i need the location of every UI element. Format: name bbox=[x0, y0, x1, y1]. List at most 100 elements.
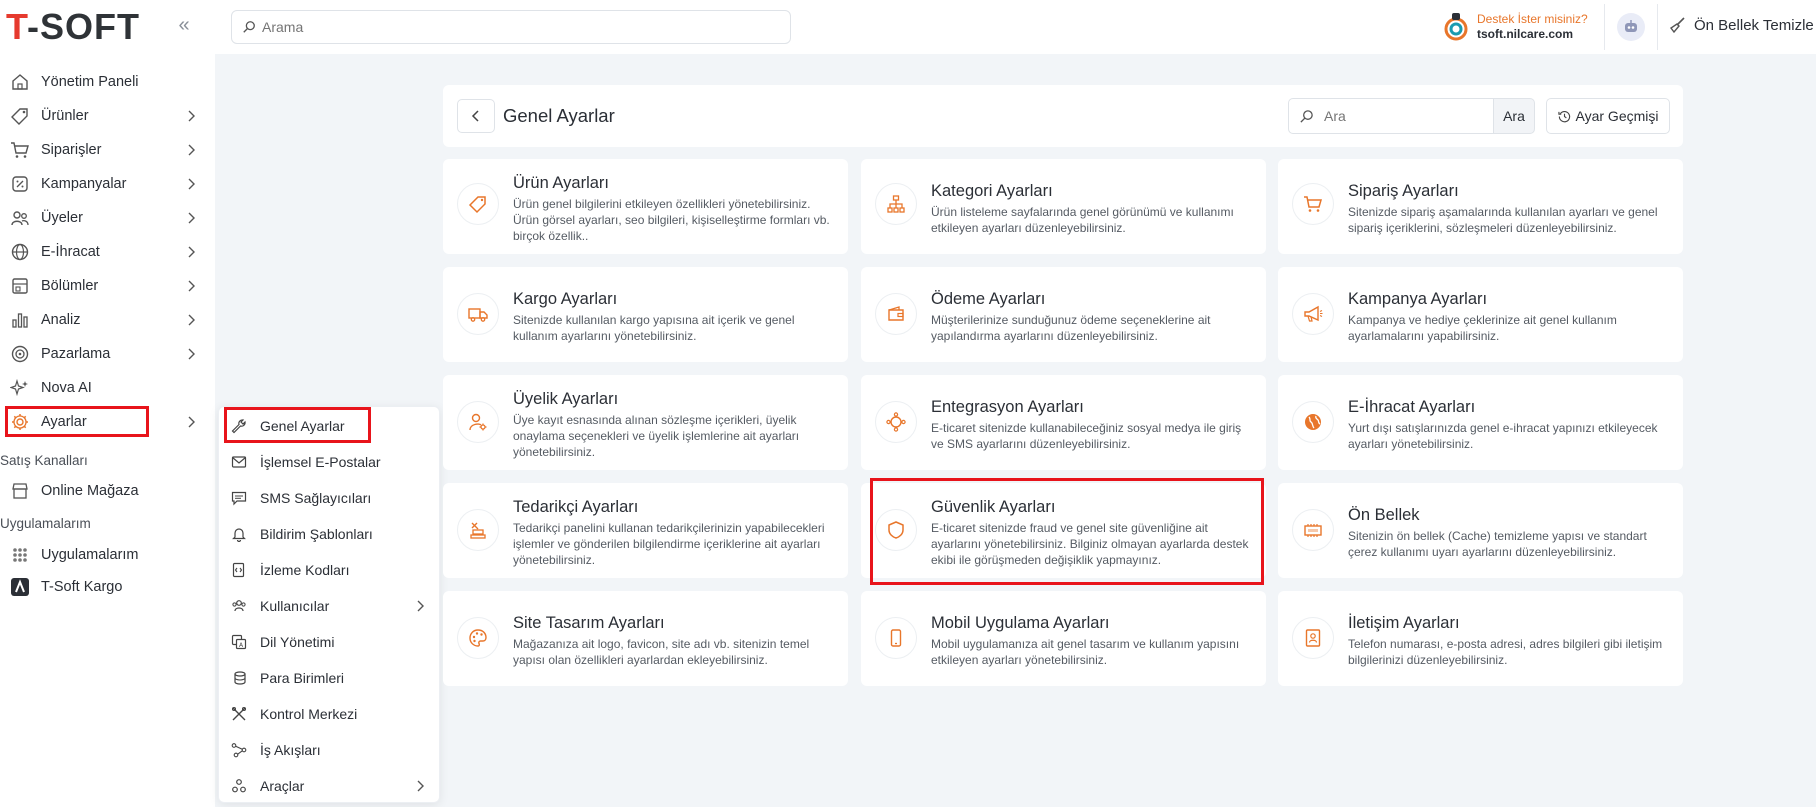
submenu-item-transactional-emails[interactable]: İşlemsel E-Postalar bbox=[219, 447, 439, 477]
sidebar-item-members[interactable]: Üyeler bbox=[0, 203, 215, 233]
card-description: E-ticaret sitenizde kullanabileceğiniz s… bbox=[931, 421, 1242, 451]
palette-icon bbox=[469, 629, 487, 647]
submenu-item-sms-providers[interactable]: SMS Sağlayıcıları bbox=[219, 483, 439, 513]
submenu-item-label: SMS Sağlayıcıları bbox=[260, 490, 372, 506]
chart-icon bbox=[12, 313, 28, 328]
card-icon-wrap bbox=[1292, 183, 1334, 225]
sidebar-item-campaigns[interactable]: Kampanyalar bbox=[0, 169, 215, 199]
submenu-item-language-management[interactable]: A Dil Yönetimi bbox=[219, 627, 439, 657]
settings-card-shipping[interactable]: Kargo Ayarları Sitenizde kullanılan karg… bbox=[443, 267, 848, 362]
mobile-icon bbox=[890, 629, 902, 647]
settings-card-order[interactable]: Sipariş Ayarları Sitenizde sipariş aşama… bbox=[1278, 159, 1683, 254]
card-title: Ödeme Ayarları bbox=[931, 290, 1046, 308]
sidebar-item-tsoft-kargo[interactable]: T-Soft Kargo bbox=[0, 572, 215, 602]
submenu-item-general-settings[interactable]: Genel Ayarlar bbox=[219, 411, 439, 441]
card-description: Müşterilerinize sunduğunuz ödeme seçenek… bbox=[931, 313, 1211, 343]
user-gear-icon bbox=[469, 413, 487, 431]
sidebar-item-export[interactable]: E-İhracat bbox=[0, 237, 215, 267]
collapse-sidebar-button[interactable]: « bbox=[172, 14, 196, 38]
globe-icon bbox=[1305, 414, 1321, 430]
sidebar-item-label: Online Mağaza bbox=[41, 483, 139, 499]
settings-card-supplier[interactable]: Tedarikçi Ayarları Tedarikçi panelini ku… bbox=[443, 483, 848, 578]
divider bbox=[1657, 4, 1658, 50]
card-description: Telefon numarası, e-posta adresi, adres … bbox=[1348, 637, 1663, 667]
card-description: Ürün genel bilgilerini etkileyen özellik… bbox=[513, 197, 830, 243]
support-title: Destek İster misiniz? bbox=[1477, 12, 1588, 26]
search-button[interactable]: Ara bbox=[1493, 98, 1535, 134]
tag-icon bbox=[468, 196, 486, 214]
divider bbox=[1604, 4, 1605, 50]
card-icon-wrap bbox=[875, 617, 917, 659]
back-button[interactable] bbox=[457, 99, 495, 133]
settings-card-payment[interactable]: Ödeme Ayarları Müşterilerinize sunduğunu… bbox=[861, 267, 1266, 362]
page-header: Genel Ayarlar Ara Ayar Geçmişi bbox=[443, 85, 1683, 147]
settings-card-security[interactable]: Güvenlik Ayarları E-ticaret sitenizde fr… bbox=[861, 483, 1266, 578]
top-bar: T-SOFT « Destek İster misiniz? tsoft.nil… bbox=[0, 0, 1816, 54]
card-title: E-İhracat Ayarları bbox=[1348, 398, 1476, 416]
settings-card-product[interactable]: Ürün Ayarları Ürün genel bilgilerini etk… bbox=[443, 159, 848, 254]
settings-card-site-design[interactable]: Site Tasarım Ayarları Mağazanıza ait log… bbox=[443, 591, 848, 686]
card-icon-wrap bbox=[875, 401, 917, 443]
sidebar-item-sections[interactable]: Bölümler bbox=[0, 271, 215, 301]
support-domain: tsoft.nilcare.com bbox=[1477, 27, 1574, 41]
search-icon bbox=[1300, 109, 1313, 123]
card-description: Sitenizin ön bellek (Cache) temizleme ya… bbox=[1348, 529, 1647, 559]
settings-search-input[interactable] bbox=[1324, 108, 1474, 124]
contact-icon bbox=[1305, 629, 1321, 647]
cart-icon bbox=[1304, 196, 1322, 212]
clear-cache-button[interactable]: Ön Bellek Temizle bbox=[1668, 16, 1814, 34]
integration-icon bbox=[886, 412, 906, 432]
chevron-right-icon bbox=[188, 212, 195, 224]
logo-letter: T bbox=[6, 6, 28, 47]
card-icon-wrap bbox=[875, 183, 917, 225]
tag-icon bbox=[11, 108, 28, 125]
settings-card-category[interactable]: Kategori Ayarları Ürün listeleme sayfala… bbox=[861, 159, 1266, 254]
submenu-item-control-center[interactable]: Kontrol Merkezi bbox=[219, 699, 439, 729]
card-description: Üye kayıt esnasında alınan sözleşme içer… bbox=[513, 413, 800, 459]
sidebar-item-label: Siparişler bbox=[41, 142, 102, 158]
tsoft-logo[interactable]: T-SOFT bbox=[6, 6, 140, 48]
cart-icon bbox=[11, 142, 29, 158]
sidebar-item-online-store[interactable]: Online Mağaza bbox=[0, 476, 215, 506]
submenu-item-users[interactable]: Kullanıcılar bbox=[219, 591, 439, 621]
home-icon bbox=[12, 74, 28, 90]
card-title: İletişim Ayarları bbox=[1348, 614, 1460, 632]
bell-icon bbox=[232, 528, 246, 542]
sidebar-item-dashboard[interactable]: Yönetim Paneli bbox=[0, 67, 215, 97]
submenu-item-tools[interactable]: Araçlar bbox=[219, 771, 439, 801]
global-search[interactable] bbox=[231, 10, 791, 44]
card-description: Sitenizde kullanılan kargo yapısına ait … bbox=[513, 313, 795, 343]
sidebar-item-products[interactable]: Ürünler bbox=[0, 101, 215, 131]
sidebar-item-orders[interactable]: Siparişler bbox=[0, 135, 215, 165]
broom-icon bbox=[1669, 17, 1685, 34]
submenu-item-tracking-codes[interactable]: İzleme Kodları bbox=[219, 555, 439, 585]
settings-card-export[interactable]: E-İhracat Ayarları Yurt dışı satışlarını… bbox=[1278, 375, 1683, 470]
settings-card-mobile-app[interactable]: Mobil Uygulama Ayarları Mobil uygulamanı… bbox=[861, 591, 1266, 686]
support-link[interactable]: Destek İster misiniz? tsoft.nilcare.com bbox=[1443, 12, 1588, 42]
global-search-input[interactable] bbox=[262, 19, 762, 35]
memory-icon bbox=[1304, 524, 1322, 537]
submenu-item-currencies[interactable]: Para Birimleri bbox=[219, 663, 439, 693]
card-title: Mobil Uygulama Ayarları bbox=[931, 614, 1110, 632]
sidebar-item-settings[interactable]: Ayarlar bbox=[0, 407, 215, 437]
message-icon bbox=[231, 491, 247, 506]
card-icon-wrap bbox=[457, 183, 499, 225]
card-description: Tedarikçi panelini kullanan tedarikçiler… bbox=[513, 521, 825, 567]
card-description: Kampanya ve hediye çeklerinize ait genel… bbox=[1348, 313, 1617, 343]
sidebar-item-analysis[interactable]: Analiz bbox=[0, 305, 215, 335]
settings-history-button[interactable]: Ayar Geçmişi bbox=[1546, 98, 1670, 134]
sidebar-item-apps[interactable]: Uygulamalarım bbox=[0, 540, 215, 570]
settings-search[interactable] bbox=[1288, 98, 1494, 134]
settings-card-membership[interactable]: Üyelik Ayarları Üye kayıt esnasında alın… bbox=[443, 375, 848, 470]
settings-card-campaign[interactable]: Kampanya Ayarları Kampanya ve hediye çek… bbox=[1278, 267, 1683, 362]
sidebar-item-marketing[interactable]: Pazarlama bbox=[0, 339, 215, 369]
submenu-item-notification-templates[interactable]: Bildirim Şablonları bbox=[219, 519, 439, 549]
card-icon-wrap bbox=[457, 617, 499, 659]
sidebar-item-nova-ai[interactable]: Nova AI bbox=[0, 373, 215, 403]
supplier-icon bbox=[470, 522, 486, 539]
submenu-item-workflows[interactable]: İş Akışları bbox=[219, 735, 439, 765]
settings-card-integration[interactable]: Entegrasyon Ayarları E-ticaret sitenizde… bbox=[861, 375, 1266, 470]
settings-card-cache[interactable]: Ön Bellek Sitenizin ön bellek (Cache) te… bbox=[1278, 483, 1683, 578]
robot-assistant-button[interactable] bbox=[1617, 13, 1645, 41]
settings-card-contact[interactable]: İletişim Ayarları Telefon numarası, e-po… bbox=[1278, 591, 1683, 686]
